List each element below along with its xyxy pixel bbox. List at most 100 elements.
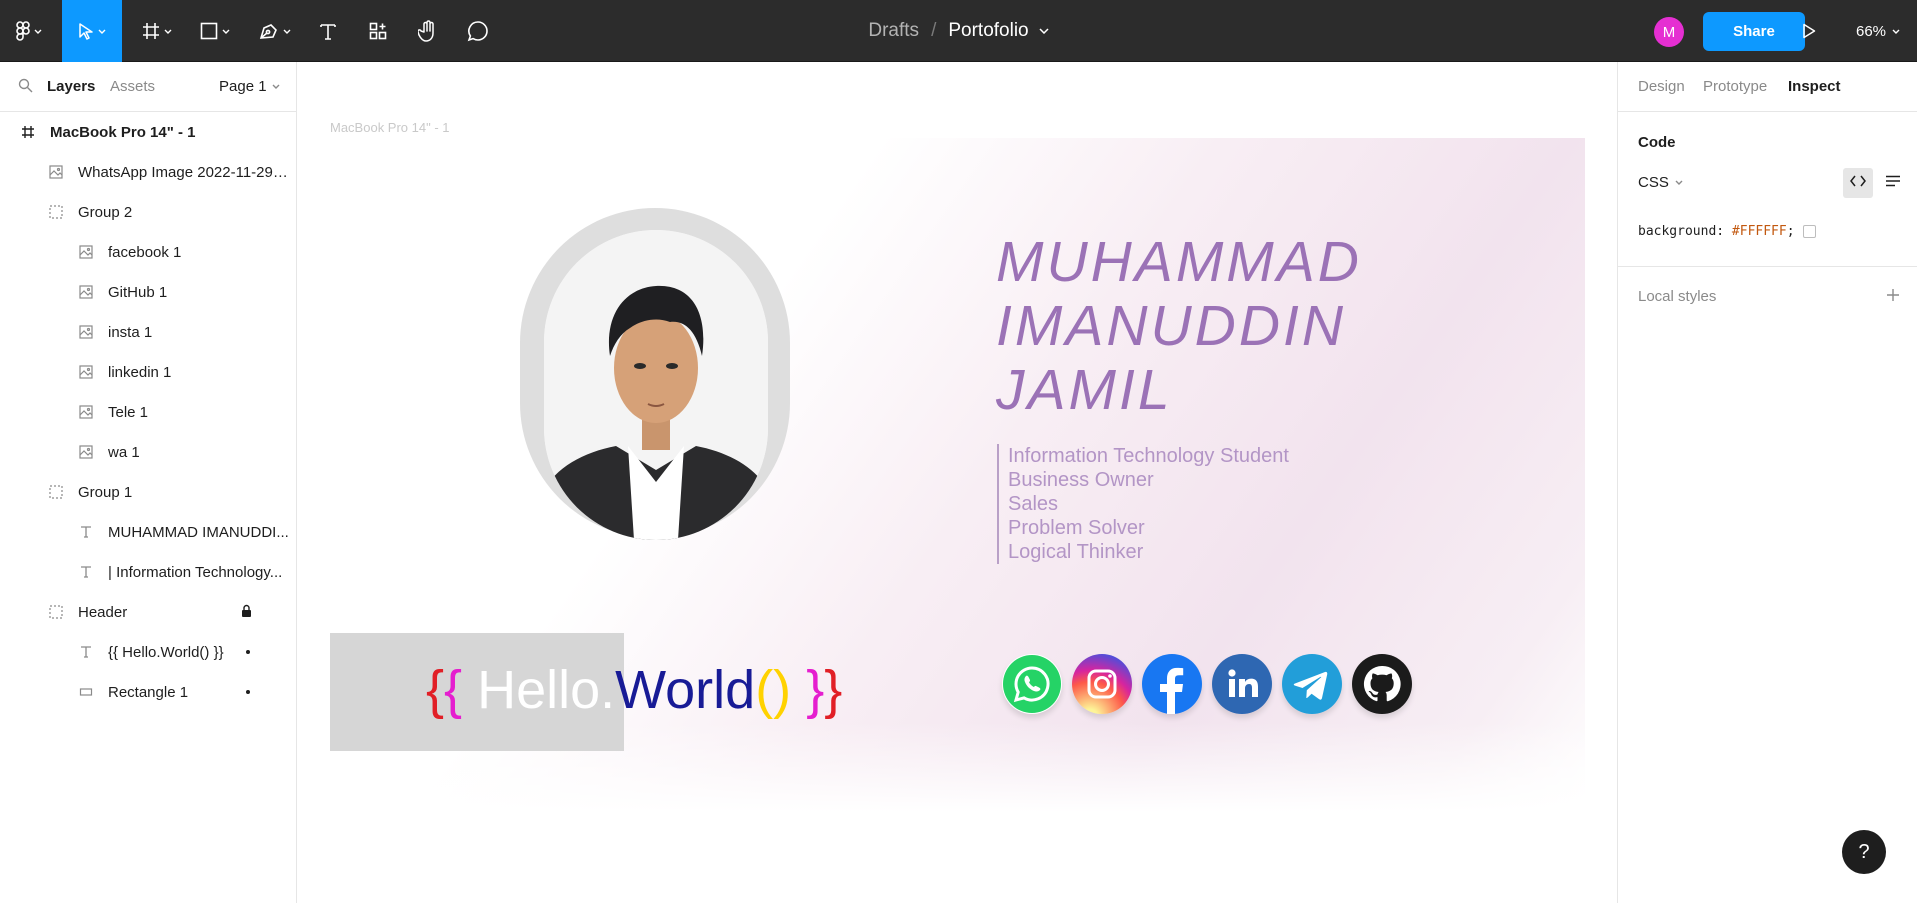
divider xyxy=(1618,266,1917,267)
language-selector[interactable]: CSS xyxy=(1638,174,1683,191)
layer-item[interactable]: MacBook Pro 14" - 1 xyxy=(0,112,296,152)
tab-design[interactable]: Design xyxy=(1638,78,1685,95)
play-icon xyxy=(1802,23,1816,39)
frame-tool-button[interactable] xyxy=(134,0,180,62)
pen-tool-button[interactable] xyxy=(252,0,298,62)
shape-tool-button[interactable] xyxy=(192,0,238,62)
tab-layers[interactable]: Layers xyxy=(47,78,95,95)
artboard-macbook-pro[interactable]: MUHAMMAD IMANUDDIN JAMIL Information Tec… xyxy=(330,138,1585,812)
layer-item[interactable]: Rectangle 1 xyxy=(0,672,296,712)
image-icon xyxy=(78,364,94,380)
share-button[interactable]: Share xyxy=(1703,12,1805,51)
layer-item[interactable]: insta 1 xyxy=(0,312,296,352)
layer-item[interactable]: MUHAMMAD IMANUDDI... xyxy=(0,512,296,552)
css-value: #FFFFFF xyxy=(1731,224,1787,239)
layer-label: Tele 1 xyxy=(108,403,149,421)
code-view-button[interactable] xyxy=(1843,168,1873,198)
image-icon xyxy=(48,164,64,180)
locked-dot-indicator xyxy=(246,650,250,654)
right-panel-tabs: Design Prototype Inspect xyxy=(1618,62,1917,112)
help-button[interactable]: ? xyxy=(1842,830,1886,874)
layer-label: MacBook Pro 14" - 1 xyxy=(50,123,196,141)
layer-label: linkedin 1 xyxy=(108,363,172,381)
layer-label: GitHub 1 xyxy=(108,283,168,301)
name-line: IMANUDDIN xyxy=(996,294,1346,358)
hand-tool-button[interactable] xyxy=(410,0,446,62)
world-word: World xyxy=(615,660,756,720)
roles-list[interactable]: Information Technology Student Business … xyxy=(997,444,1289,564)
person-portrait-icon xyxy=(544,230,768,540)
role-item: Logical Thinker xyxy=(1008,541,1144,563)
list-view-button[interactable] xyxy=(1882,172,1904,194)
user-avatar[interactable]: M xyxy=(1654,17,1684,47)
tab-assets[interactable]: Assets xyxy=(110,78,155,95)
speech-bubble-icon xyxy=(467,20,489,42)
linkedin-icon[interactable] xyxy=(1212,654,1272,714)
css-property: background: xyxy=(1638,224,1725,239)
breadcrumb-drafts[interactable]: Drafts xyxy=(868,20,919,42)
parens: () xyxy=(755,660,792,720)
cursor-arrow-icon xyxy=(78,22,94,40)
lock-icon[interactable] xyxy=(241,604,252,622)
frame-label[interactable]: MacBook Pro 14" - 1 xyxy=(330,120,450,135)
main-menu-button[interactable] xyxy=(8,0,50,62)
github-icon[interactable] xyxy=(1352,654,1412,714)
local-styles-label: Local styles xyxy=(1638,288,1717,305)
layer-item[interactable]: facebook 1 xyxy=(0,232,296,272)
layer-item[interactable]: Tele 1 xyxy=(0,392,296,432)
text-t-icon xyxy=(78,644,94,660)
plus-icon[interactable] xyxy=(1884,286,1902,304)
hand-icon xyxy=(418,20,438,42)
layer-item[interactable]: wa 1 xyxy=(0,432,296,472)
code-section-title: Code xyxy=(1638,134,1676,151)
page-selector[interactable]: Page 1 xyxy=(219,78,280,95)
layer-item[interactable]: linkedin 1 xyxy=(0,352,296,392)
layer-label: MUHAMMAD IMANUDDI... xyxy=(108,523,289,541)
hello-world-text[interactable]: {{ Hello.World() }} xyxy=(426,658,842,722)
color-swatch xyxy=(1802,225,1816,238)
text-t-icon xyxy=(319,22,337,40)
code-brackets-icon xyxy=(1850,174,1866,192)
file-name[interactable]: Portofolio xyxy=(948,20,1028,42)
name-heading[interactable]: MUHAMMAD IMANUDDIN JAMIL xyxy=(996,230,1362,422)
role-item: Problem Solver xyxy=(1008,517,1145,539)
design-canvas[interactable]: MacBook Pro 14" - 1 MUHAMMAD IMANUDDIN J… xyxy=(298,62,1616,903)
breadcrumb-separator: / xyxy=(931,20,937,41)
layer-item[interactable]: Header xyxy=(0,592,296,632)
facebook-icon[interactable] xyxy=(1142,654,1202,714)
layer-item[interactable]: Group 1 xyxy=(0,472,296,512)
locked-dot-indicator xyxy=(246,690,250,694)
pen-icon xyxy=(259,22,279,40)
layer-item[interactable]: GitHub 1 xyxy=(0,272,296,312)
layer-label: facebook 1 xyxy=(108,243,182,261)
resources-tool-button[interactable] xyxy=(360,0,396,62)
text-t-icon xyxy=(78,564,94,580)
chevron-down-icon[interactable] xyxy=(1039,28,1049,34)
layer-item[interactable]: Group 2 xyxy=(0,192,296,232)
layer-item[interactable]: WhatsApp Image 2022-11-29 ... xyxy=(0,152,296,192)
tab-prototype[interactable]: Prototype xyxy=(1703,78,1767,95)
social-icons-group xyxy=(1002,654,1412,714)
tab-inspect[interactable]: Inspect xyxy=(1788,78,1841,95)
zoom-menu[interactable]: 66% xyxy=(1856,0,1900,62)
text-tool-button[interactable] xyxy=(310,0,346,62)
telegram-icon[interactable] xyxy=(1282,654,1342,714)
comment-tool-button[interactable] xyxy=(460,0,496,62)
layer-item[interactable]: {{ Hello.World() }} xyxy=(0,632,296,672)
chevron-down-icon xyxy=(1892,29,1900,34)
layer-item[interactable]: | Information Technology... xyxy=(0,552,296,592)
chevron-down-icon xyxy=(34,29,42,34)
css-code-line[interactable]: background: #FFFFFF; xyxy=(1638,224,1816,239)
whatsapp-icon[interactable] xyxy=(1002,654,1062,714)
move-tool-button[interactable] xyxy=(62,0,122,62)
group-icon xyxy=(48,604,64,620)
language-label: CSS xyxy=(1638,174,1669,191)
text-align-icon xyxy=(1885,174,1901,192)
image-icon xyxy=(78,324,94,340)
profile-photo[interactable] xyxy=(544,230,768,540)
search-icon[interactable] xyxy=(18,78,33,97)
present-button[interactable] xyxy=(1795,0,1823,62)
image-icon xyxy=(78,244,94,260)
instagram-icon[interactable] xyxy=(1072,654,1132,714)
chevron-down-icon xyxy=(98,29,106,34)
